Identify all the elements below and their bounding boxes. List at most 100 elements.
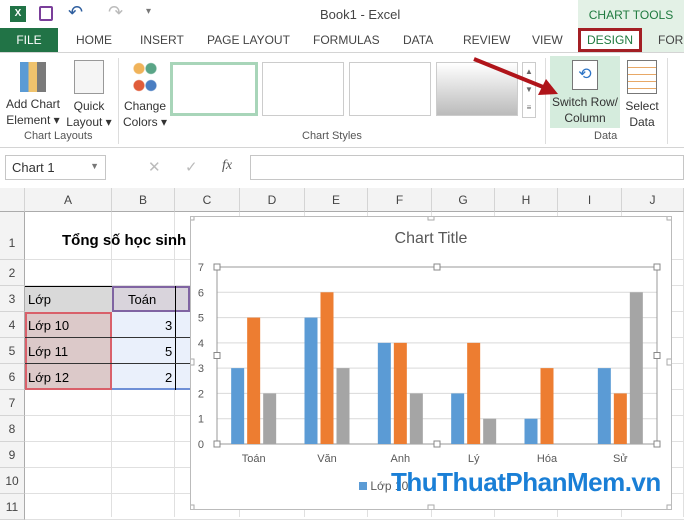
x-tick-label: Văn xyxy=(317,453,337,465)
bar xyxy=(336,368,350,444)
resize-handle xyxy=(653,440,661,448)
window-title: Book1 - Excel xyxy=(320,7,401,22)
tab-formulas[interactable]: FORMULAS xyxy=(313,28,380,52)
row-header[interactable]: 1 xyxy=(0,212,25,260)
chart-style-3[interactable] xyxy=(349,62,431,116)
cell-a5[interactable]: Lớp 11 xyxy=(28,344,68,359)
column-header[interactable]: F xyxy=(368,188,432,212)
sheet-title[interactable]: Tổng số học sinh xyxy=(62,232,186,249)
row-header[interactable]: 3 xyxy=(0,286,25,312)
bar xyxy=(409,393,423,444)
chart-resize-handle xyxy=(427,217,435,221)
bar xyxy=(540,368,554,444)
chart-resize-handle xyxy=(427,504,435,509)
tab-home[interactable]: HOME xyxy=(76,28,112,52)
x-tick-label: Sử xyxy=(613,453,628,465)
add-chart-element-button[interactable]: Add Chart Element ▾ xyxy=(2,60,64,128)
row-header[interactable]: 6 xyxy=(0,364,25,390)
resize-handle xyxy=(433,263,441,271)
formula-input[interactable] xyxy=(250,155,684,180)
tab-data[interactable]: DATA xyxy=(403,28,433,52)
resize-handle xyxy=(653,263,661,271)
row-header[interactable]: 5 xyxy=(0,338,25,364)
resize-handle xyxy=(433,440,441,448)
row-header[interactable]: 4 xyxy=(0,312,25,338)
redo-icon[interactable]: ↷ xyxy=(108,2,123,23)
bar xyxy=(231,368,245,444)
row-header[interactable]: 8 xyxy=(0,416,25,442)
customize-qat-icon[interactable]: ▾ xyxy=(146,6,151,17)
quick-layout-button[interactable]: Quick Layout ▾ xyxy=(64,60,114,130)
column-header[interactable]: E xyxy=(305,188,368,212)
column-header[interactable]: B xyxy=(112,188,175,212)
formula-bar: Chart 1 ▼ ✕ ✓ fx xyxy=(0,148,684,188)
divider xyxy=(118,58,119,144)
bar xyxy=(451,393,465,444)
bar xyxy=(320,292,334,444)
bar xyxy=(597,368,611,444)
insert-function-icon[interactable]: fx xyxy=(222,158,232,174)
bar xyxy=(263,393,277,444)
tab-design[interactable]: DESIGN xyxy=(578,28,642,52)
column-header[interactable]: J xyxy=(622,188,684,212)
cell-a4[interactable]: Lớp 10 xyxy=(28,318,69,333)
switch-row-column-icon: ⟲ xyxy=(572,60,598,90)
chart-style-1[interactable] xyxy=(170,62,258,116)
chart-resize-handle xyxy=(666,217,671,221)
column-header[interactable]: A xyxy=(25,188,112,212)
tab-insert[interactable]: INSERT xyxy=(140,28,184,52)
bar xyxy=(613,393,627,444)
cell-b6[interactable]: 2 xyxy=(165,370,172,385)
y-tick-label: 2 xyxy=(198,388,204,400)
tab-page-layout[interactable]: PAGE LAYOUT xyxy=(207,28,290,52)
tab-file[interactable]: FILE xyxy=(0,28,58,52)
plot-area[interactable]: 0 1 2 3 4 5 6 7 Toán Văn Anh Lý Hóa Sử xyxy=(191,217,671,509)
save-icon[interactable] xyxy=(39,6,53,21)
chart-style-2[interactable] xyxy=(262,62,344,116)
row-header[interactable]: 2 xyxy=(0,260,25,286)
select-data-button[interactable]: Select Data xyxy=(622,60,662,130)
row-header[interactable]: 11 xyxy=(0,494,25,520)
cell-a3[interactable]: Lớp xyxy=(28,292,51,307)
excel-logo-icon: X xyxy=(10,6,26,22)
cell-b3[interactable]: Toán xyxy=(128,292,156,307)
column-header[interactable]: C xyxy=(175,188,240,212)
watermark: ThuThuatPhanMem.vn xyxy=(391,467,661,497)
chart-resize-handle xyxy=(666,504,671,509)
name-box[interactable]: Chart 1 ▼ xyxy=(5,155,106,180)
bar xyxy=(247,317,261,444)
bar xyxy=(304,317,318,444)
enter-icon[interactable]: ✓ xyxy=(185,158,198,176)
chart-resize-handle xyxy=(191,217,195,221)
x-tick-label: Hóa xyxy=(537,453,558,465)
divider xyxy=(667,58,668,144)
cancel-icon[interactable]: ✕ xyxy=(148,158,161,176)
cell-a6[interactable]: Lớp 12 xyxy=(28,370,69,385)
bar xyxy=(377,342,391,444)
column-header[interactable]: D xyxy=(240,188,305,212)
cell-b4[interactable]: 3 xyxy=(165,318,172,333)
resize-handle xyxy=(653,352,661,359)
values-range xyxy=(112,312,190,390)
row-header[interactable]: 7 xyxy=(0,390,25,416)
column-header[interactable]: I xyxy=(558,188,622,212)
tab-view[interactable]: VIEW xyxy=(532,28,563,52)
column-header[interactable]: H xyxy=(495,188,558,212)
chart-resize-handle xyxy=(191,358,195,366)
plot-area-border xyxy=(216,266,658,445)
bar xyxy=(524,418,538,444)
undo-icon[interactable]: ↶ xyxy=(68,2,83,23)
tab-review[interactable]: REVIEW xyxy=(463,28,510,52)
select-all[interactable] xyxy=(0,188,25,212)
row-header[interactable]: 9 xyxy=(0,442,25,468)
group-data: Data xyxy=(594,130,618,142)
tab-format[interactable]: FORI xyxy=(658,28,684,52)
cell-b5[interactable]: 5 xyxy=(165,344,172,359)
change-colors-button[interactable]: Change Colors ▾ xyxy=(120,60,170,130)
add-chart-element-icon xyxy=(20,62,46,92)
column-header[interactable]: G xyxy=(432,188,495,212)
chart[interactable]: Chart Title 0 1 2 3 4 5 6 7 Toán Văn Anh Lý Hóa Sử Lớ… xyxy=(190,216,672,510)
row-header[interactable]: 10 xyxy=(0,468,25,494)
bar xyxy=(629,292,643,444)
select-data-icon xyxy=(627,60,657,94)
